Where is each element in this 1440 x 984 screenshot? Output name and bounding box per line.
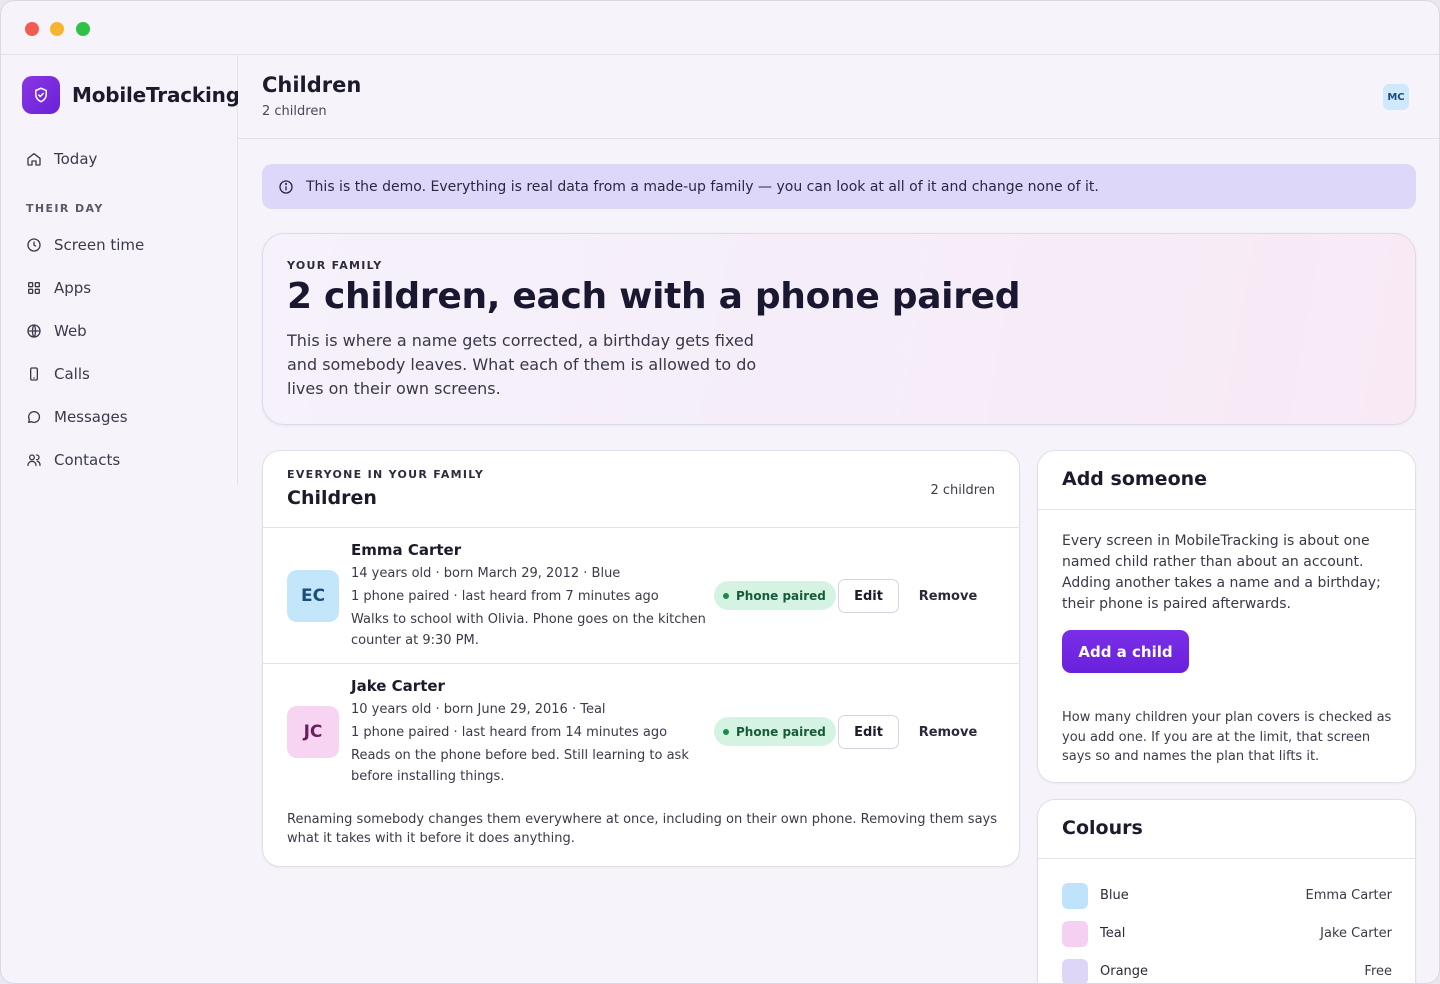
sidebar-background — [1, 485, 261, 961]
sidebar-item-apps[interactable]: Apps — [15, 271, 225, 305]
child-note: Walks to school with Olivia. Phone goes … — [351, 612, 706, 648]
child-avatar: EC — [287, 570, 339, 622]
hero-title: 2 children, each with a phone paired — [287, 276, 1021, 317]
colour-row: Blue Emma Carter — [1062, 883, 1392, 909]
sidebar-item-screen-time[interactable]: Screen time — [15, 228, 225, 262]
sidebar-item-calls[interactable]: Calls — [15, 357, 225, 391]
children-count: 2 children — [930, 483, 995, 498]
sidebar-item-messages[interactable]: Messages — [15, 400, 225, 434]
home-icon — [26, 151, 42, 167]
add-someone-card: Add someone Every screen in MobileTracki… — [1037, 450, 1416, 783]
child-name: Jake Carter — [351, 677, 445, 695]
brand[interactable]: MobileTracking — [22, 76, 240, 114]
sidebar-item-label: Apps — [54, 279, 92, 297]
colour-row: Orange Free — [1062, 959, 1392, 983]
colour-name: Blue — [1100, 888, 1129, 903]
colour-owner: Emma Carter — [1305, 888, 1392, 903]
hero-body: This is where a name gets corrected, a b… — [287, 331, 757, 398]
colours-card: Colours Blue Emma Carter Teal Jake Carte… — [1037, 799, 1416, 983]
title-bar — [1, 1, 1439, 55]
add-card-title: Add someone — [1062, 468, 1208, 490]
colour-swatch — [1062, 921, 1088, 947]
badge-label: Phone paired — [736, 724, 826, 739]
add-child-button[interactable]: Add a child — [1062, 630, 1189, 673]
chat-icon — [26, 409, 42, 425]
page-title: Children — [262, 73, 362, 97]
colour-owner: Jake Carter — [1320, 926, 1392, 941]
sidebar-item-label: Web — [54, 322, 87, 340]
clock-icon — [26, 237, 42, 253]
status-dot-icon — [723, 592, 729, 599]
globe-icon — [26, 323, 42, 339]
sidebar-item-label: Screen time — [54, 236, 145, 254]
child-note: Reads on the phone before bed. Still lea… — [351, 748, 689, 784]
edit-child-button[interactable]: Edit — [838, 579, 899, 613]
add-card-body: Every screen in MobileTracking is about … — [1062, 533, 1381, 612]
family-summary-hero: YOUR FAMILY 2 children, each with a phon… — [262, 233, 1416, 425]
remove-child-button[interactable]: Remove — [911, 715, 985, 749]
grid-icon — [26, 280, 42, 296]
divider — [1038, 509, 1415, 510]
colour-swatch — [1062, 959, 1088, 983]
children-card-eyebrow: EVERYONE IN YOUR FAMILY — [287, 468, 485, 481]
sidebar-section-their-day: THEIR DAY — [26, 202, 104, 215]
badge-label: Phone paired — [736, 588, 826, 603]
children-footnote: Renaming somebody changes them everywher… — [287, 812, 998, 846]
phone-icon — [26, 366, 42, 382]
children-card-title: Children — [287, 487, 377, 509]
add-card-footnote: How many children your plan covers is ch… — [1062, 710, 1392, 764]
app-window: MobileTracking Today THEIR DAY Screen ti… — [0, 0, 1440, 984]
minimize-window-button[interactable] — [50, 22, 64, 36]
info-icon — [278, 179, 294, 195]
colour-row: Teal Jake Carter — [1062, 921, 1392, 947]
colours-card-title: Colours — [1062, 817, 1143, 839]
shield-logo-icon — [22, 76, 60, 114]
sidebar: MobileTracking Today THEIR DAY Screen ti… — [1, 55, 240, 485]
children-card: EVERYONE IN YOUR FAMILY Children 2 child… — [262, 450, 1020, 867]
hero-eyebrow: YOUR FAMILY — [287, 259, 383, 272]
divider — [1038, 858, 1415, 859]
page-subtitle: 2 children — [262, 104, 327, 119]
colour-name: Orange — [1100, 964, 1149, 979]
user-avatar[interactable]: MC — [1383, 84, 1409, 110]
sidebar-item-label: Contacts — [54, 451, 121, 469]
child-details: 14 years old · born March 29, 2012 · Blu… — [351, 566, 621, 581]
sidebar-item-label: Messages — [54, 408, 128, 426]
divider — [263, 663, 1019, 664]
demo-banner-text: This is the demo. Everything is real dat… — [306, 178, 1099, 195]
child-name: Emma Carter — [351, 541, 462, 559]
colour-swatch — [1062, 883, 1088, 909]
close-window-button[interactable] — [25, 22, 39, 36]
phone-paired-badge: Phone paired — [714, 581, 836, 610]
maximize-window-button[interactable] — [76, 22, 90, 36]
divider — [263, 527, 1019, 528]
page-header: Children 2 children MC — [238, 55, 1439, 139]
child-details: 10 years old · born June 29, 2016 · Teal — [351, 702, 606, 717]
child-device-status: 1 phone paired · last heard from 7 minut… — [351, 589, 659, 604]
colour-owner: Free — [1364, 964, 1392, 979]
demo-banner: This is the demo. Everything is real dat… — [262, 164, 1416, 209]
remove-child-button[interactable]: Remove — [911, 579, 985, 613]
sidebar-item-label: Today — [54, 150, 98, 168]
child-avatar: JC — [287, 706, 339, 758]
phone-paired-badge: Phone paired — [714, 717, 836, 746]
brand-name: MobileTracking — [72, 83, 240, 107]
colour-name: Teal — [1100, 926, 1126, 941]
sidebar-item-label: Calls — [54, 365, 90, 383]
sidebar-item-contacts[interactable]: Contacts — [15, 443, 225, 477]
child-device-status: 1 phone paired · last heard from 14 minu… — [351, 725, 668, 740]
sidebar-item-today[interactable]: Today — [15, 142, 225, 176]
people-icon — [26, 452, 42, 468]
status-dot-icon — [723, 728, 729, 735]
edit-child-button[interactable]: Edit — [838, 715, 899, 749]
sidebar-item-web[interactable]: Web — [15, 314, 225, 348]
